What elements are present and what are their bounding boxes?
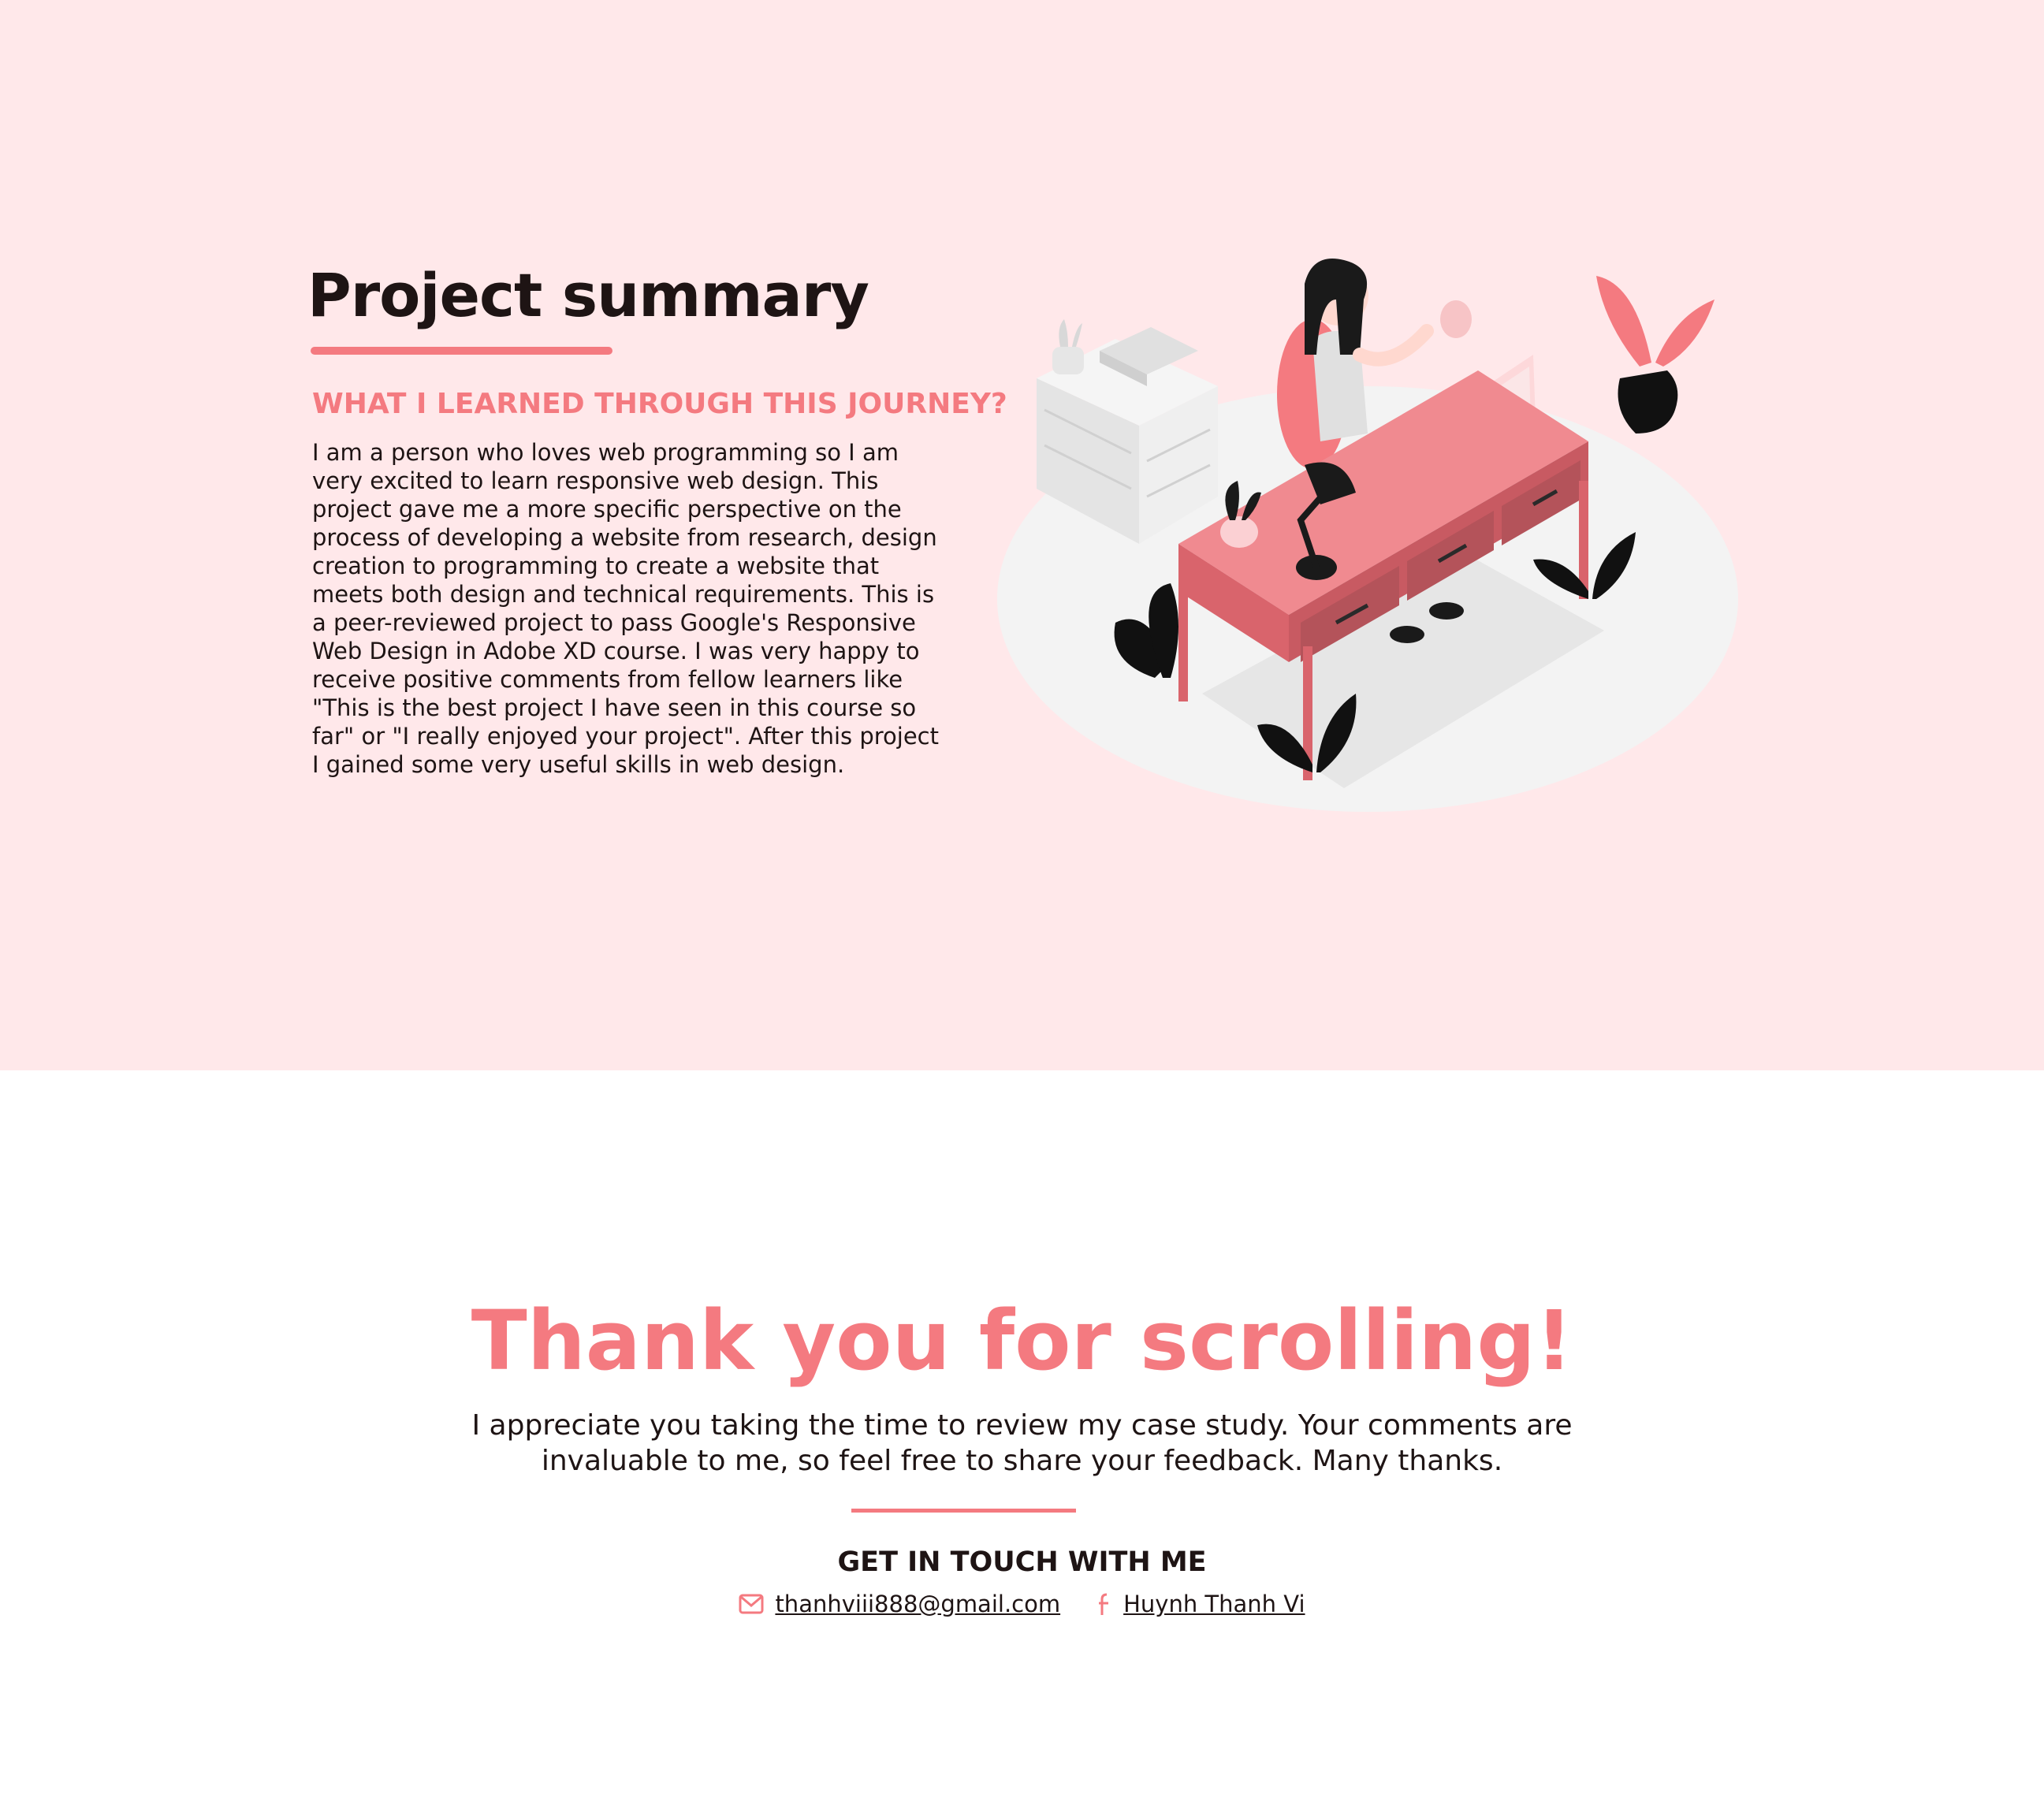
mail-icon [739,1594,764,1614]
contact-title: GET IN TOUCH WITH ME [837,1546,1207,1578]
summary-body: I am a person who loves web programming … [312,439,939,778]
contact-links: thanhviii888@gmail.com Huynh Thanh Vi [0,1591,2044,1617]
project-summary-section: Project summary WHAT I LEARNED THROUGH T… [0,0,2044,1070]
desk-illustration [997,259,1738,812]
thank-you-body: I appreciate you taking the time to revi… [471,1409,1573,1477]
summary-title: Project summary [307,260,869,330]
email-link[interactable]: thanhviii888@gmail.com [739,1591,1060,1617]
divider [851,1509,1076,1513]
thank-you-heading: Thank you for scrolling! [471,1293,1573,1389]
summary-subtitle: WHAT I LEARNED THROUGH THIS JOURNEY? [312,388,1007,420]
facebook-name[interactable]: Huynh Thanh Vi [1123,1591,1305,1617]
facebook-link[interactable]: Huynh Thanh Vi [1096,1591,1305,1617]
email-address[interactable]: thanhviii888@gmail.com [775,1591,1060,1617]
facebook-icon [1099,1593,1109,1615]
summary-title-underline [311,347,612,355]
